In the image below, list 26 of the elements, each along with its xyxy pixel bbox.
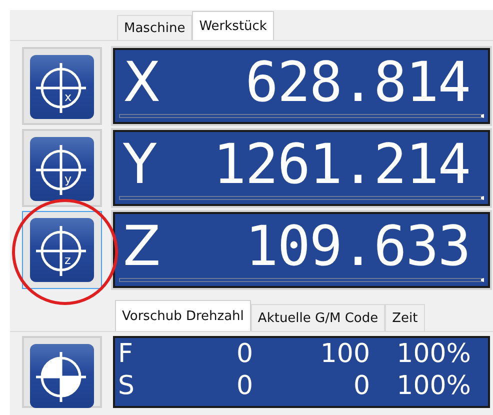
- feed-letter: S: [118, 370, 136, 402]
- feed-letter: F: [118, 338, 134, 370]
- tab[interactable]: Zeit: [385, 304, 425, 331]
- feed-setpoint: 100: [319, 338, 370, 370]
- tab[interactable]: Werkstück: [192, 11, 274, 40]
- axis-value: 109.633: [245, 214, 470, 278]
- feed-actual: 0: [235, 370, 253, 402]
- feed-override: 100%: [396, 370, 471, 402]
- feed-actual: 0: [235, 338, 253, 370]
- axis-label: y: [64, 172, 72, 186]
- tab[interactable]: Maschine: [117, 15, 192, 40]
- axis-label: z: [64, 253, 71, 267]
- feed-override: 100%: [396, 338, 471, 370]
- axis-letter: Z: [123, 214, 161, 278]
- axis-value: 1261.214: [213, 132, 470, 196]
- target-button[interactable]: [22, 336, 102, 408]
- crosshair-button[interactable]: z: [22, 211, 102, 289]
- crosshair-button[interactable]: x: [22, 47, 102, 125]
- axis-value: 628.814: [245, 50, 470, 114]
- axis-letter: Y: [123, 132, 157, 196]
- crosshair-button[interactable]: y: [22, 129, 102, 207]
- axis-letter: X: [123, 50, 161, 114]
- feed-setpoint: 0: [352, 370, 370, 402]
- tab[interactable]: Aktuelle G/M Code: [250, 304, 386, 331]
- tab[interactable]: Vorschub Drehzahl: [115, 300, 251, 331]
- axis-label: x: [64, 90, 72, 104]
